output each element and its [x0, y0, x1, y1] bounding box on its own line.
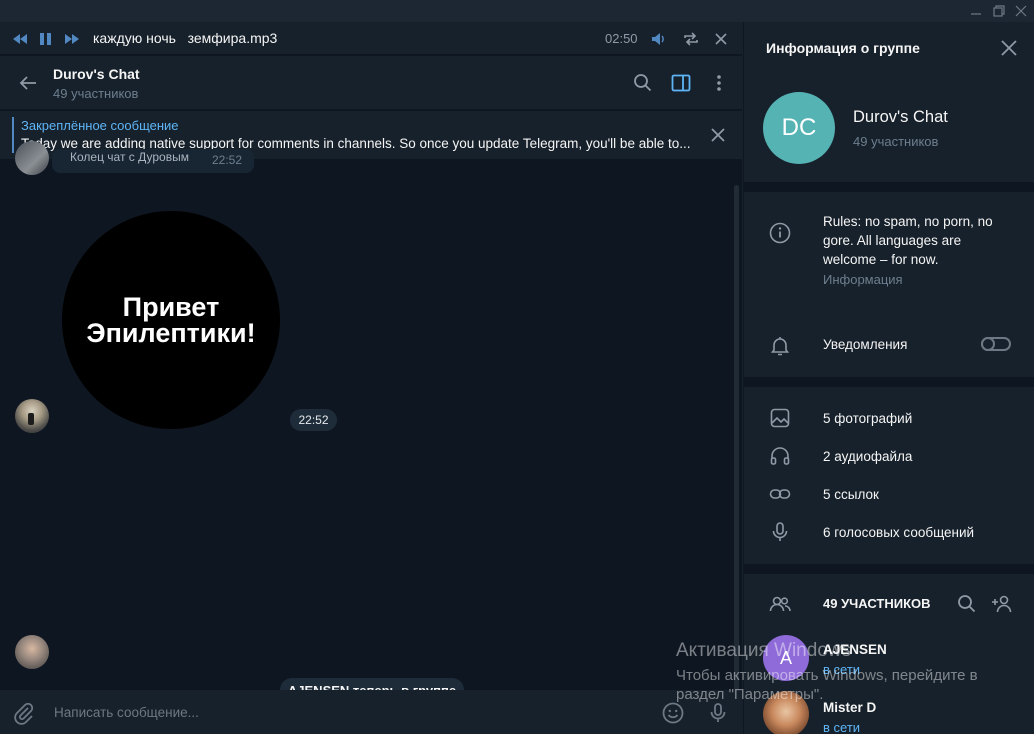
- link-icon: [768, 482, 792, 506]
- search-icon[interactable]: [632, 72, 654, 94]
- pause-icon[interactable]: [36, 29, 56, 49]
- message-text: Колец чат с Дуровым: [70, 150, 189, 164]
- sidebar-toggle-icon[interactable]: [670, 72, 692, 94]
- emoji-icon[interactable]: [661, 701, 685, 725]
- message-bubble[interactable]: Колец чат с Дуровым 22:52: [52, 149, 254, 173]
- member-avatar[interactable]: [763, 691, 809, 734]
- member-status: в сети: [823, 662, 861, 677]
- media-voice[interactable]: 6 голосовых сообщений: [823, 525, 974, 540]
- track-time: 02:50: [605, 31, 638, 46]
- message-list[interactable]: Колец чат с Дуровым 22:52 Привет Эпилепт…: [0, 141, 742, 703]
- group-name: Durov's Chat: [853, 108, 948, 126]
- repeat-icon[interactable]: [681, 29, 701, 49]
- window-titlebar: [0, 0, 1034, 22]
- attach-icon[interactable]: [12, 701, 36, 725]
- section-divider: [744, 564, 1034, 574]
- avatar-figure: [28, 413, 34, 425]
- pinned-title: Закреплённое сообщение: [21, 118, 179, 133]
- message-time: 22:52: [211, 153, 242, 167]
- media-photos[interactable]: 5 фотографий: [823, 411, 912, 426]
- video-caption: Привет Эпилептики!: [86, 292, 256, 348]
- photo-icon: [768, 406, 792, 430]
- notifications-label: Уведомления: [823, 337, 908, 352]
- group-avatar[interactable]: DC: [763, 92, 835, 164]
- message-composer: [0, 690, 742, 734]
- chat-title[interactable]: Durov's Chat: [53, 66, 140, 82]
- next-track-icon[interactable]: [62, 29, 82, 49]
- member-status: в сети: [823, 720, 861, 734]
- panel-title: Информация о группе: [766, 40, 920, 56]
- back-arrow-icon[interactable]: [17, 72, 39, 94]
- add-member-icon[interactable]: [990, 592, 1014, 616]
- more-options-icon[interactable]: [708, 72, 730, 94]
- chat-members-count: 49 участников: [53, 86, 139, 101]
- members-icon: [768, 592, 792, 616]
- track-title[interactable]: каждую ночь земфира.mp3: [93, 30, 277, 46]
- sender-avatar[interactable]: [15, 399, 49, 433]
- round-video-message[interactable]: Привет Эпилептики!: [62, 211, 280, 429]
- pinned-accent-bar: [12, 117, 14, 153]
- video-time: 22:52: [290, 409, 337, 431]
- group-info-panel: Информация о группе DC Durov's Chat 49 у…: [743, 22, 1034, 734]
- close-player-icon[interactable]: [711, 29, 731, 49]
- section-divider: [744, 377, 1034, 387]
- section-divider: [744, 182, 1034, 192]
- group-members-count: 49 участников: [853, 134, 939, 149]
- chat-header: Durov's Chat 49 участников: [0, 56, 742, 109]
- description-label: Информация: [823, 272, 903, 287]
- members-section-title: 49 УЧАСТНИКОВ: [823, 596, 931, 611]
- headphones-icon: [768, 444, 792, 468]
- bell-icon: [768, 334, 792, 358]
- music-player: каждую ночь земфира.mp3 02:50: [0, 22, 742, 55]
- volume-icon[interactable]: [648, 29, 668, 49]
- minimize-icon[interactable]: [968, 3, 984, 19]
- info-icon: [768, 221, 792, 245]
- sender-avatar[interactable]: [15, 141, 49, 175]
- member-name[interactable]: AJENSEN: [823, 642, 887, 657]
- message-input[interactable]: [44, 698, 634, 726]
- member-name[interactable]: Mister D: [823, 700, 876, 715]
- microphone-icon[interactable]: [706, 701, 730, 725]
- microphone-icon: [768, 520, 792, 544]
- notifications-toggle[interactable]: [981, 337, 1011, 351]
- previous-track-icon[interactable]: [10, 29, 30, 49]
- toggle-knob: [981, 337, 995, 351]
- close-panel-icon[interactable]: [1000, 39, 1018, 57]
- restore-icon[interactable]: [991, 3, 1007, 19]
- close-icon[interactable]: [1013, 3, 1029, 19]
- group-description: Rules: no spam, no porn, no gore. All la…: [823, 214, 993, 267]
- chat-column: каждую ночь земфира.mp3 02:50 Durov's Ch…: [0, 22, 742, 734]
- scrollbar[interactable]: [734, 185, 739, 713]
- media-links[interactable]: 5 ссылок: [823, 487, 879, 502]
- close-pinned-icon[interactable]: [707, 124, 729, 146]
- media-audio[interactable]: 2 аудиофайла: [823, 449, 912, 464]
- member-avatar[interactable]: A: [763, 635, 809, 681]
- sender-avatar[interactable]: [15, 635, 49, 669]
- search-members-icon[interactable]: [955, 592, 979, 616]
